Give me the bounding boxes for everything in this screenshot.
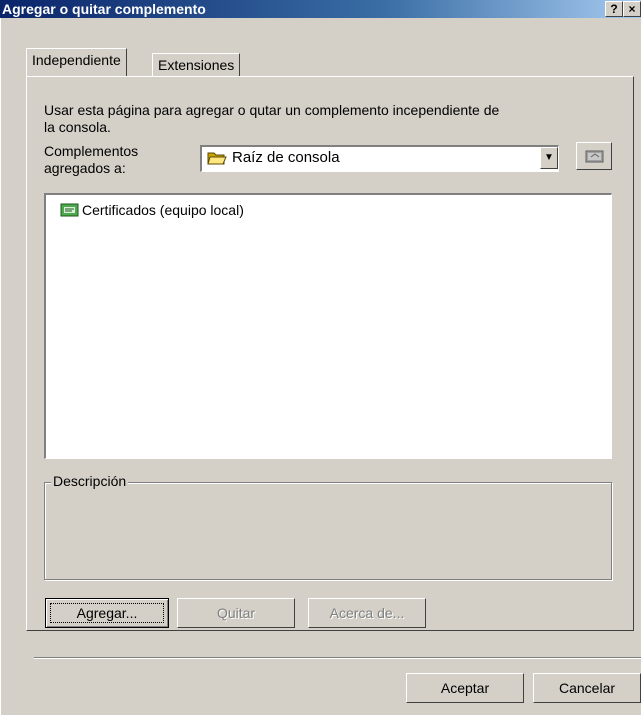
window-title: Agregar o quitar complemento xyxy=(2,1,206,17)
console-root-value: Raíz de consola xyxy=(232,149,340,166)
panel-description-line1: Usar esta página para agregar o qutar un… xyxy=(44,102,500,118)
cancel-button-label: Cancelar xyxy=(558,680,616,696)
description-group-label: Descripción xyxy=(51,473,129,489)
title-bar[interactable]: Agregar o quitar complemento ? × xyxy=(0,0,641,18)
tab-extensiones[interactable]: Extensiones xyxy=(152,53,241,78)
description-group: Descripción xyxy=(44,473,612,580)
tab-independiente[interactable]: Independiente xyxy=(26,48,127,76)
folder-up-icon xyxy=(585,148,605,167)
about-button-label: Acerca de... xyxy=(329,605,405,621)
help-button[interactable]: ? xyxy=(605,1,623,17)
window-edge xyxy=(0,18,1,715)
about-button[interactable]: Acerca de... xyxy=(308,598,426,628)
tab-independiente-label: Independiente xyxy=(32,52,121,68)
list-item-label: Certificados (equipo local) xyxy=(82,202,244,218)
panel-description-line2: la consola. xyxy=(44,119,111,135)
ok-button-label: Aceptar xyxy=(440,680,490,696)
snapins-list[interactable]: Certificados (equipo local) xyxy=(44,193,612,459)
footer-separator xyxy=(34,657,641,659)
remove-button[interactable]: Quitar xyxy=(177,598,295,628)
close-button[interactable]: × xyxy=(623,1,641,17)
certificate-snapin-icon xyxy=(60,202,80,222)
snapins-added-to-label: Complementos xyxy=(44,143,139,159)
add-remove-snapin-dialog: Agregar o quitar complemento ? × Indepen… xyxy=(0,0,641,715)
add-button[interactable]: Agregar... xyxy=(45,598,169,628)
ok-button[interactable]: Aceptar xyxy=(406,673,524,703)
console-root-select[interactable]: Raíz de consola ▼ xyxy=(200,145,559,172)
dropdown-arrow-icon[interactable]: ▼ xyxy=(540,147,558,169)
remove-button-label: Quitar xyxy=(216,605,256,621)
snapins-added-to-label-line2: agregados a: xyxy=(44,160,126,176)
tab-extensiones-label: Extensiones xyxy=(158,57,235,73)
up-one-level-button[interactable] xyxy=(576,142,612,170)
focus-rect xyxy=(50,603,164,623)
cancel-button[interactable]: Cancelar xyxy=(533,673,641,703)
folder-open-icon xyxy=(207,150,227,169)
